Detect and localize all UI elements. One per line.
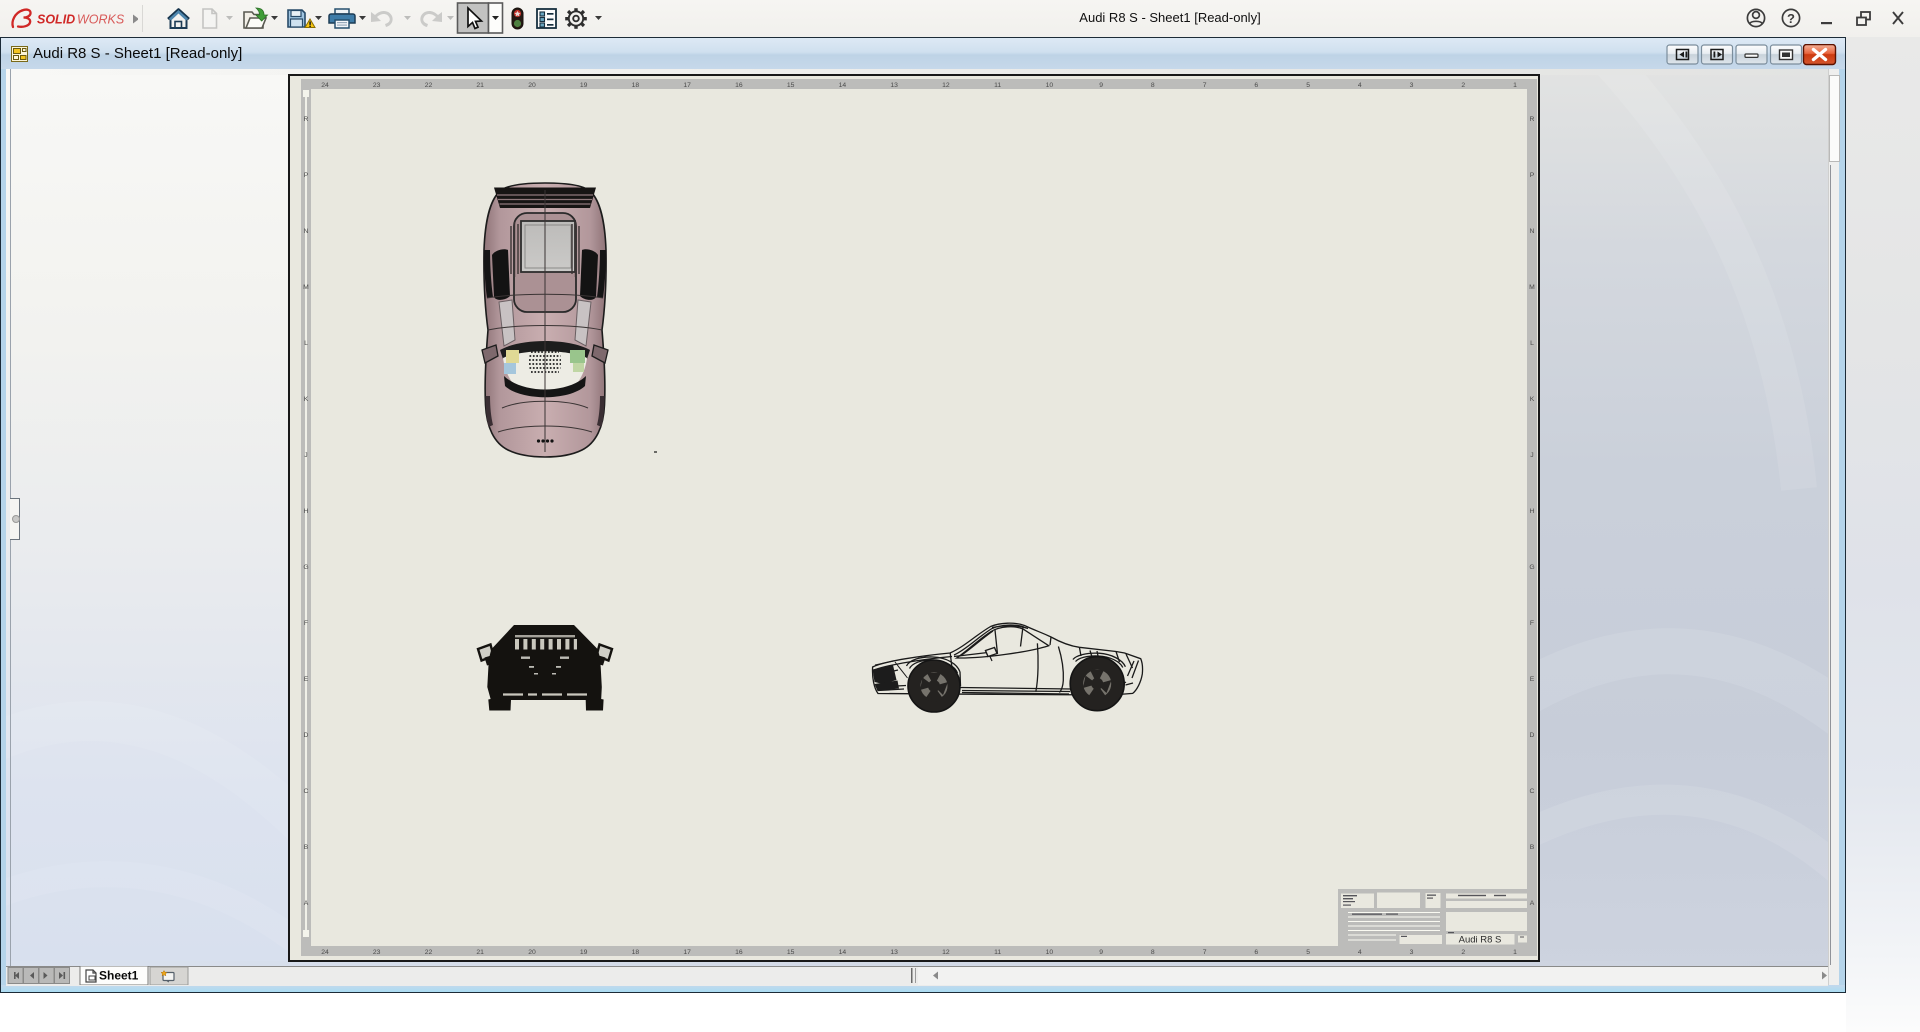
svg-text:L: L	[1530, 340, 1534, 347]
svg-text:22: 22	[425, 949, 433, 956]
svg-text:19: 19	[580, 82, 588, 89]
svg-text:19: 19	[580, 949, 588, 956]
svg-text:N: N	[1530, 228, 1535, 235]
svg-text:15: 15	[787, 949, 795, 956]
svg-text:R: R	[1530, 116, 1535, 123]
svg-text:14: 14	[839, 82, 847, 89]
svg-text:12: 12	[942, 82, 950, 89]
svg-text:21: 21	[476, 949, 484, 956]
svg-text:15: 15	[787, 82, 795, 89]
svg-text:1: 1	[1513, 82, 1517, 89]
svg-text:23: 23	[373, 82, 381, 89]
svg-text:11: 11	[994, 949, 1001, 956]
svg-text:G: G	[303, 564, 308, 571]
svg-text:M: M	[303, 284, 309, 291]
svg-text:7: 7	[1203, 949, 1207, 956]
svg-text:K: K	[1530, 396, 1535, 403]
svg-text:8: 8	[1151, 82, 1155, 89]
svg-text:20: 20	[528, 949, 536, 956]
svg-text:B: B	[1530, 844, 1535, 851]
svg-text:C: C	[1530, 788, 1535, 795]
svg-text:17: 17	[683, 949, 691, 956]
svg-text:R: R	[304, 116, 309, 123]
svg-text:J: J	[304, 452, 307, 459]
svg-text:16: 16	[735, 949, 743, 956]
svg-text:P: P	[304, 172, 309, 179]
svg-text:20: 20	[528, 82, 536, 89]
svg-text:H: H	[304, 508, 309, 515]
svg-text:D: D	[304, 732, 309, 739]
svg-text:22: 22	[425, 82, 433, 89]
svg-text:13: 13	[890, 949, 898, 956]
svg-text:E: E	[304, 676, 309, 683]
svg-text:F: F	[1530, 620, 1534, 627]
svg-text:A: A	[1530, 900, 1535, 907]
svg-text:5: 5	[1306, 949, 1310, 956]
svg-text:21: 21	[476, 82, 484, 89]
svg-text:F: F	[304, 620, 308, 627]
svg-text:6: 6	[1254, 82, 1258, 89]
svg-text:18: 18	[632, 82, 640, 89]
svg-text:9: 9	[1099, 82, 1103, 89]
svg-text:?: ?	[1787, 11, 1795, 26]
svg-text:12: 12	[942, 949, 950, 956]
svg-text:4: 4	[1358, 949, 1362, 956]
svg-text:4: 4	[1358, 82, 1362, 89]
svg-text:N: N	[304, 228, 309, 235]
svg-text:J: J	[1530, 452, 1533, 459]
svg-text:Audi R8 S: Audi R8 S	[1459, 935, 1502, 946]
svg-text:13: 13	[890, 82, 898, 89]
svg-text:7: 7	[1203, 82, 1207, 89]
svg-text:2: 2	[1461, 82, 1465, 89]
svg-text:D: D	[1530, 732, 1535, 739]
svg-text:24: 24	[321, 949, 329, 956]
svg-text:3: 3	[1410, 82, 1414, 89]
svg-text:18: 18	[632, 949, 640, 956]
svg-text:8: 8	[1151, 949, 1155, 956]
svg-text:2: 2	[1461, 949, 1465, 956]
svg-text:C: C	[304, 788, 309, 795]
svg-text:Sheet1: Sheet1	[99, 969, 139, 983]
svg-text:24: 24	[321, 82, 329, 89]
svg-text:3: 3	[1410, 949, 1414, 956]
svg-text:16: 16	[735, 82, 743, 89]
svg-text:10: 10	[1046, 82, 1054, 89]
svg-text:6: 6	[1254, 949, 1258, 956]
svg-text:K: K	[304, 396, 309, 403]
svg-text:P: P	[1530, 172, 1535, 179]
svg-text:17: 17	[683, 82, 691, 89]
svg-text:G: G	[1529, 564, 1534, 571]
svg-text:23: 23	[373, 949, 381, 956]
svg-text:E: E	[1530, 676, 1535, 683]
svg-text:A: A	[304, 900, 309, 907]
svg-text:11: 11	[994, 82, 1001, 89]
svg-text:9: 9	[1099, 949, 1103, 956]
svg-text:10: 10	[1046, 949, 1054, 956]
svg-text:H: H	[1530, 508, 1535, 515]
svg-text:L: L	[304, 340, 308, 347]
svg-text:B: B	[304, 844, 309, 851]
svg-text:M: M	[1529, 284, 1535, 291]
svg-text:14: 14	[839, 949, 847, 956]
svg-text:5: 5	[1306, 82, 1310, 89]
svg-text:1: 1	[1513, 949, 1517, 956]
